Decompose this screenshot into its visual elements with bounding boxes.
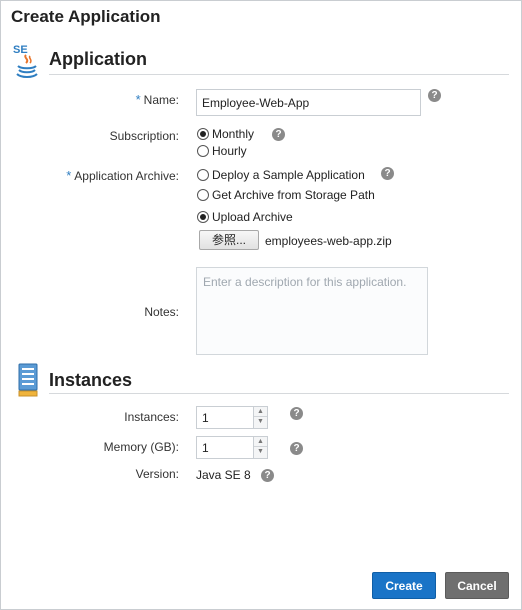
archive-sample-label: Deploy a Sample Application bbox=[212, 168, 365, 182]
radio-button-selected[interactable] bbox=[197, 211, 209, 223]
radio-button[interactable] bbox=[197, 145, 209, 157]
instances-spinner-arrows: ▲ ▼ bbox=[253, 407, 267, 428]
create-application-dialog: Create Application SE Application * Name:… bbox=[0, 0, 522, 610]
memory-spinner-arrows: ▲ ▼ bbox=[253, 437, 267, 458]
application-section-divider bbox=[49, 74, 509, 75]
notes-label: Notes: bbox=[144, 305, 179, 319]
archive-label: * Application Archive: bbox=[66, 168, 179, 183]
svg-text:SE: SE bbox=[13, 44, 28, 56]
name-label: * Name: bbox=[136, 92, 179, 107]
server-instances-icon bbox=[18, 363, 38, 397]
version-label: Version: bbox=[135, 467, 179, 481]
instances-section-divider bbox=[49, 393, 509, 394]
archive-sample-option[interactable]: Deploy a Sample Application bbox=[197, 167, 365, 183]
subscription-hourly-option[interactable]: Hourly bbox=[197, 143, 247, 159]
radio-button[interactable] bbox=[197, 189, 209, 201]
version-value: Java SE 8 bbox=[196, 468, 251, 482]
cancel-button[interactable]: Cancel bbox=[445, 572, 509, 599]
archive-help-icon[interactable]: ? bbox=[381, 167, 394, 180]
memory-value[interactable]: 1 bbox=[202, 441, 209, 455]
increment-icon[interactable]: ▲ bbox=[254, 437, 267, 447]
java-se-icon: SE bbox=[13, 44, 38, 78]
application-section-title: Application bbox=[49, 49, 147, 69]
archive-upload-label: Upload Archive bbox=[212, 210, 293, 224]
archive-upload-option[interactable]: Upload Archive bbox=[197, 209, 293, 225]
instances-help-icon[interactable]: ? bbox=[290, 407, 303, 420]
increment-icon[interactable]: ▲ bbox=[254, 407, 267, 417]
instances-section-title: Instances bbox=[49, 370, 133, 390]
subscription-hourly-label: Hourly bbox=[212, 144, 247, 158]
selected-file-name: employees-web-app.zip bbox=[265, 234, 392, 248]
memory-spinner[interactable]: 1 ▲ ▼ bbox=[196, 436, 268, 459]
radio-button-selected[interactable] bbox=[197, 128, 209, 140]
decrement-icon[interactable]: ▼ bbox=[254, 447, 267, 457]
instances-spinner[interactable]: 1 ▲ ▼ bbox=[196, 406, 268, 429]
instances-label: Instances: bbox=[124, 410, 179, 424]
notes-textarea[interactable]: Enter a description for this application… bbox=[196, 267, 428, 355]
name-input[interactable] bbox=[196, 89, 421, 116]
archive-label-text: Application Archive: bbox=[74, 169, 179, 183]
browse-file-button[interactable]: 参照... bbox=[199, 230, 259, 250]
archive-storage-label: Get Archive from Storage Path bbox=[212, 188, 375, 202]
subscription-help-icon[interactable]: ? bbox=[272, 128, 285, 141]
dialog-title: Create Application bbox=[11, 7, 161, 26]
memory-label: Memory (GB): bbox=[103, 440, 179, 454]
radio-button[interactable] bbox=[197, 169, 209, 181]
create-button[interactable]: Create bbox=[372, 572, 436, 599]
name-label-text: Name: bbox=[143, 93, 179, 107]
subscription-monthly-label: Monthly bbox=[212, 127, 255, 141]
name-help-icon[interactable]: ? bbox=[428, 89, 441, 102]
decrement-icon[interactable]: ▼ bbox=[254, 417, 267, 427]
memory-help-icon[interactable]: ? bbox=[290, 442, 303, 455]
subscription-monthly-option[interactable]: Monthly bbox=[197, 126, 254, 142]
instances-value[interactable]: 1 bbox=[202, 411, 209, 425]
subscription-label: Subscription: bbox=[109, 129, 179, 143]
required-marker: * bbox=[66, 168, 72, 183]
archive-storage-option[interactable]: Get Archive from Storage Path bbox=[197, 187, 375, 203]
version-help-icon[interactable]: ? bbox=[261, 469, 274, 482]
required-marker: * bbox=[135, 92, 141, 107]
